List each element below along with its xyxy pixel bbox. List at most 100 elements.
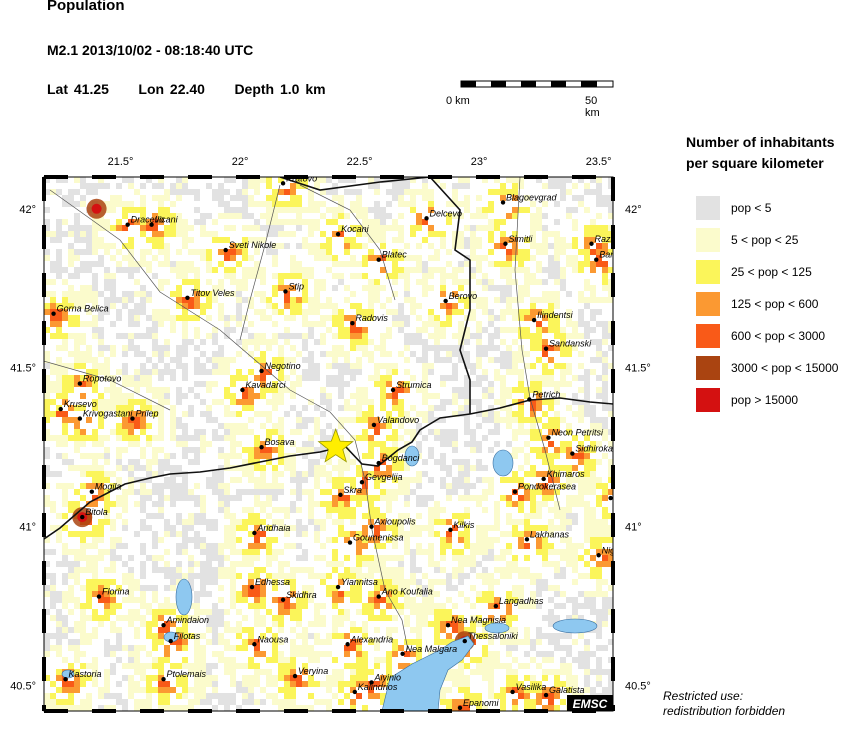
place-dot: [280, 597, 286, 602]
place-label: Gevgelija: [365, 472, 403, 482]
place-label: Serres: [614, 488, 641, 498]
place-label: Lakhanas: [530, 529, 570, 539]
place-dot: [376, 460, 381, 466]
place-dot: [63, 677, 68, 682]
legend-item: pop > 15000: [696, 388, 798, 412]
scale-bar: 0 km 50 km: [446, 80, 614, 119]
place-dot: [77, 416, 83, 421]
lat-tick-label: 40.5°: [625, 681, 651, 693]
place-dot: [457, 705, 463, 711]
place-label: Nea Malgara: [406, 644, 458, 654]
place-label: Ano Koufalia: [381, 587, 433, 597]
place-dot: [462, 638, 467, 644]
place-dot: [77, 381, 83, 386]
place-dot: [448, 527, 453, 533]
place-dot: [335, 232, 341, 237]
place-dot: [130, 416, 135, 421]
place-label: Blagoevgrad: [506, 192, 558, 202]
place-dot: [249, 584, 255, 590]
place-label: Prilep: [135, 409, 158, 419]
legend-label: pop < 5: [731, 201, 772, 215]
place-dot: [252, 642, 257, 647]
place-dot: [345, 642, 350, 647]
place-dot: [283, 289, 288, 294]
legend-item: 3000 < pop < 15000: [696, 356, 838, 380]
legend-label: 3000 < pop < 15000: [731, 361, 839, 375]
place-label: Gorna Belica: [57, 304, 109, 314]
place-dot: [223, 247, 228, 253]
lake-vegoritida: [175, 578, 193, 616]
lat-tick-label: 41°: [19, 522, 36, 534]
place-dot: [503, 241, 508, 246]
place-dot: [596, 553, 601, 558]
event-info: M2.1 2013/10/02 - 08:18:40 UTC: [47, 42, 254, 58]
place-label: Petrich: [532, 390, 560, 400]
place-label: Axioupolis: [374, 517, 417, 527]
lat-tick-label: 41°: [625, 522, 642, 534]
place-dot: [541, 476, 546, 482]
lat-tick-label: 42°: [625, 204, 642, 216]
place-dot: [185, 295, 190, 300]
place-dot: [338, 492, 343, 498]
place-dot: [58, 406, 63, 412]
place-dot: [149, 222, 154, 227]
place-label: Skidhra: [286, 590, 317, 600]
place-dot: [445, 622, 451, 628]
place-label: Bitola: [85, 507, 108, 517]
lat-tick-label: 40.5°: [10, 681, 36, 693]
legend-swatch: [696, 292, 720, 316]
place-dot: [161, 622, 166, 628]
place-label: Sidhirokastro: [575, 444, 628, 454]
legend-item: 25 < pop < 125: [696, 260, 812, 284]
place-label: Negotino: [265, 361, 301, 371]
place-dot: [292, 673, 298, 679]
place-dot: [589, 241, 594, 246]
place-label: Goumenissa: [353, 533, 404, 543]
place-dot: [512, 489, 518, 494]
longitude-label: Lon 22.40: [138, 81, 205, 97]
place-dot: [527, 397, 532, 402]
place-label: Razlog: [594, 234, 622, 244]
place-dot: [240, 387, 245, 393]
place-label: Skra: [343, 485, 362, 495]
place-label: Aiyinio: [374, 672, 402, 682]
restricted-line1: Restricted use:: [663, 689, 744, 703]
place-label: Bogdanci: [382, 453, 421, 463]
legend-swatch: [696, 196, 720, 220]
place-label: Ptolemais: [167, 669, 207, 679]
lon-tick-label: 23.5°: [586, 156, 612, 168]
lat-tick-label: 41.5°: [10, 363, 36, 375]
place-label: Radovis: [355, 313, 388, 323]
place-dot: [369, 524, 374, 529]
legend-label: 125 < pop < 600: [731, 297, 819, 311]
legend-item: 125 < pop < 600: [696, 292, 818, 316]
place-dot: [280, 181, 286, 186]
legend-label: pop > 15000: [731, 393, 799, 407]
place-dot: [80, 514, 85, 520]
place-label: Sandanski: [549, 339, 592, 349]
legend-swatch: [696, 260, 720, 284]
lake-volvi: [552, 618, 598, 634]
place-label: Alexandria: [350, 634, 394, 644]
restricted-line2: redistribution forbidden: [663, 704, 786, 718]
place-dot: [51, 311, 56, 316]
place-dot: [350, 321, 355, 326]
place-label: Nea Magnisia: [451, 615, 506, 625]
legend-item: 5 < pop < 25: [696, 228, 798, 252]
place-label: Aridhaia: [256, 523, 290, 533]
place-dot: [96, 594, 102, 599]
place-label: Edhessa: [255, 577, 290, 587]
place-dot: [493, 603, 499, 609]
place-dot: [608, 495, 613, 501]
place-dot: [543, 346, 549, 351]
place-label: Delcevo: [430, 208, 463, 218]
place-dot: [376, 257, 381, 262]
place-label: Valandovo: [377, 415, 419, 425]
place-dot: [352, 689, 357, 695]
place-label: Kalindrios: [358, 682, 398, 692]
place-label: Kavadarci: [245, 380, 286, 390]
place-dot: [443, 298, 448, 304]
place-dot: [424, 216, 429, 221]
emsc-logo: EMSC: [567, 695, 613, 711]
place-dot: [570, 451, 575, 456]
